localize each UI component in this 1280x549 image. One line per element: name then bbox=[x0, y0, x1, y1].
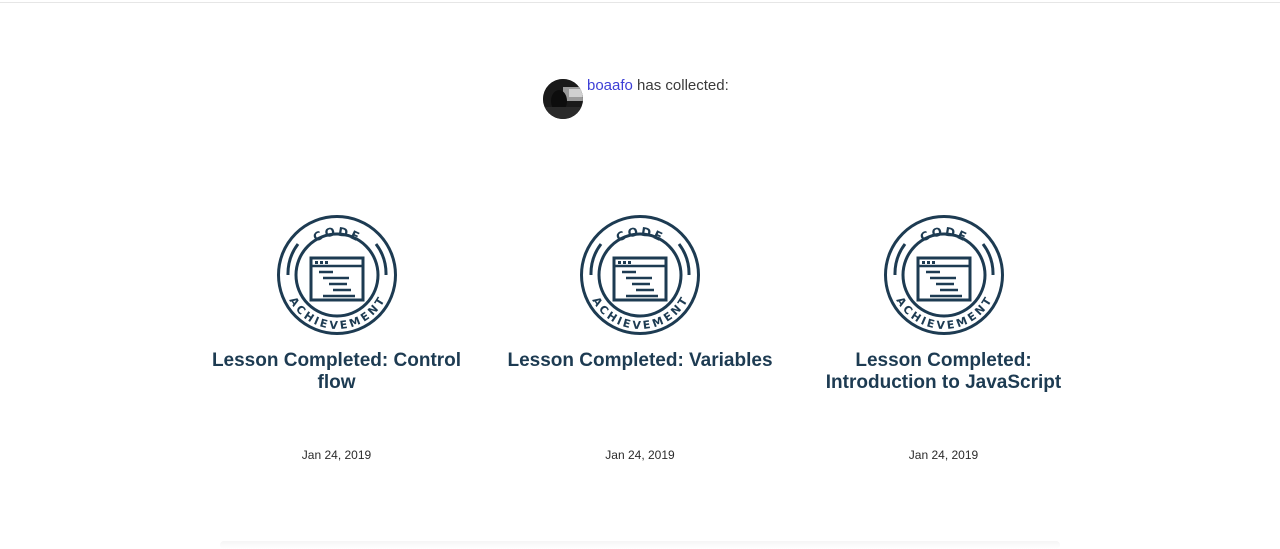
code-achievement-icon: CODE ACHIEVEMENT bbox=[883, 215, 1004, 335]
badge-card[interactable]: CODE ACHIEVEMENT Lesson Completed: Varia… bbox=[489, 214, 792, 462]
badge-title: Lesson Completed: Control flow bbox=[211, 350, 462, 393]
collector-header: boaafo has collected: bbox=[543, 77, 729, 121]
code-achievement-icon: CODE ACHIEVEMENT bbox=[580, 215, 700, 335]
next-section-edge bbox=[220, 541, 1060, 549]
avatar[interactable] bbox=[543, 79, 583, 119]
collector-text: boaafo has collected: bbox=[587, 77, 729, 94]
badge-top-text: CODE bbox=[917, 225, 967, 245]
badge-card[interactable]: CODE ACHIEVEMENT Lesson Completed: Contr… bbox=[185, 214, 488, 462]
top-divider bbox=[0, 2, 1280, 3]
badge-title: Lesson Completed: Introduction to JavaSc… bbox=[825, 350, 1062, 393]
badge-title: Lesson Completed: Variables bbox=[507, 350, 773, 371]
svg-text:CODE: CODE bbox=[917, 225, 969, 245]
avatar-image bbox=[543, 79, 583, 119]
badge-date: Jan 24, 2019 bbox=[301, 448, 372, 462]
badge-top-text: CODE bbox=[310, 225, 360, 245]
svg-text:CODE: CODE bbox=[614, 225, 666, 245]
code-achievement-icon: CODE ACHIEVEMENT bbox=[276, 215, 397, 335]
badge-top-text: CODE bbox=[614, 225, 664, 245]
collected-label: has collected: bbox=[632, 77, 729, 94]
badge-date: Jan 24, 2019 bbox=[605, 448, 675, 462]
badge-list: CODE ACHIEVEMENT Lesson Completed: Contr… bbox=[185, 214, 1095, 462]
svg-text:CODE: CODE bbox=[310, 225, 362, 245]
badge-card[interactable]: CODE ACHIEVEMENT Lesson Completed: Intro… bbox=[792, 214, 1095, 462]
badge-date: Jan 24, 2019 bbox=[908, 448, 979, 462]
username-link[interactable]: boaafo bbox=[587, 77, 633, 94]
